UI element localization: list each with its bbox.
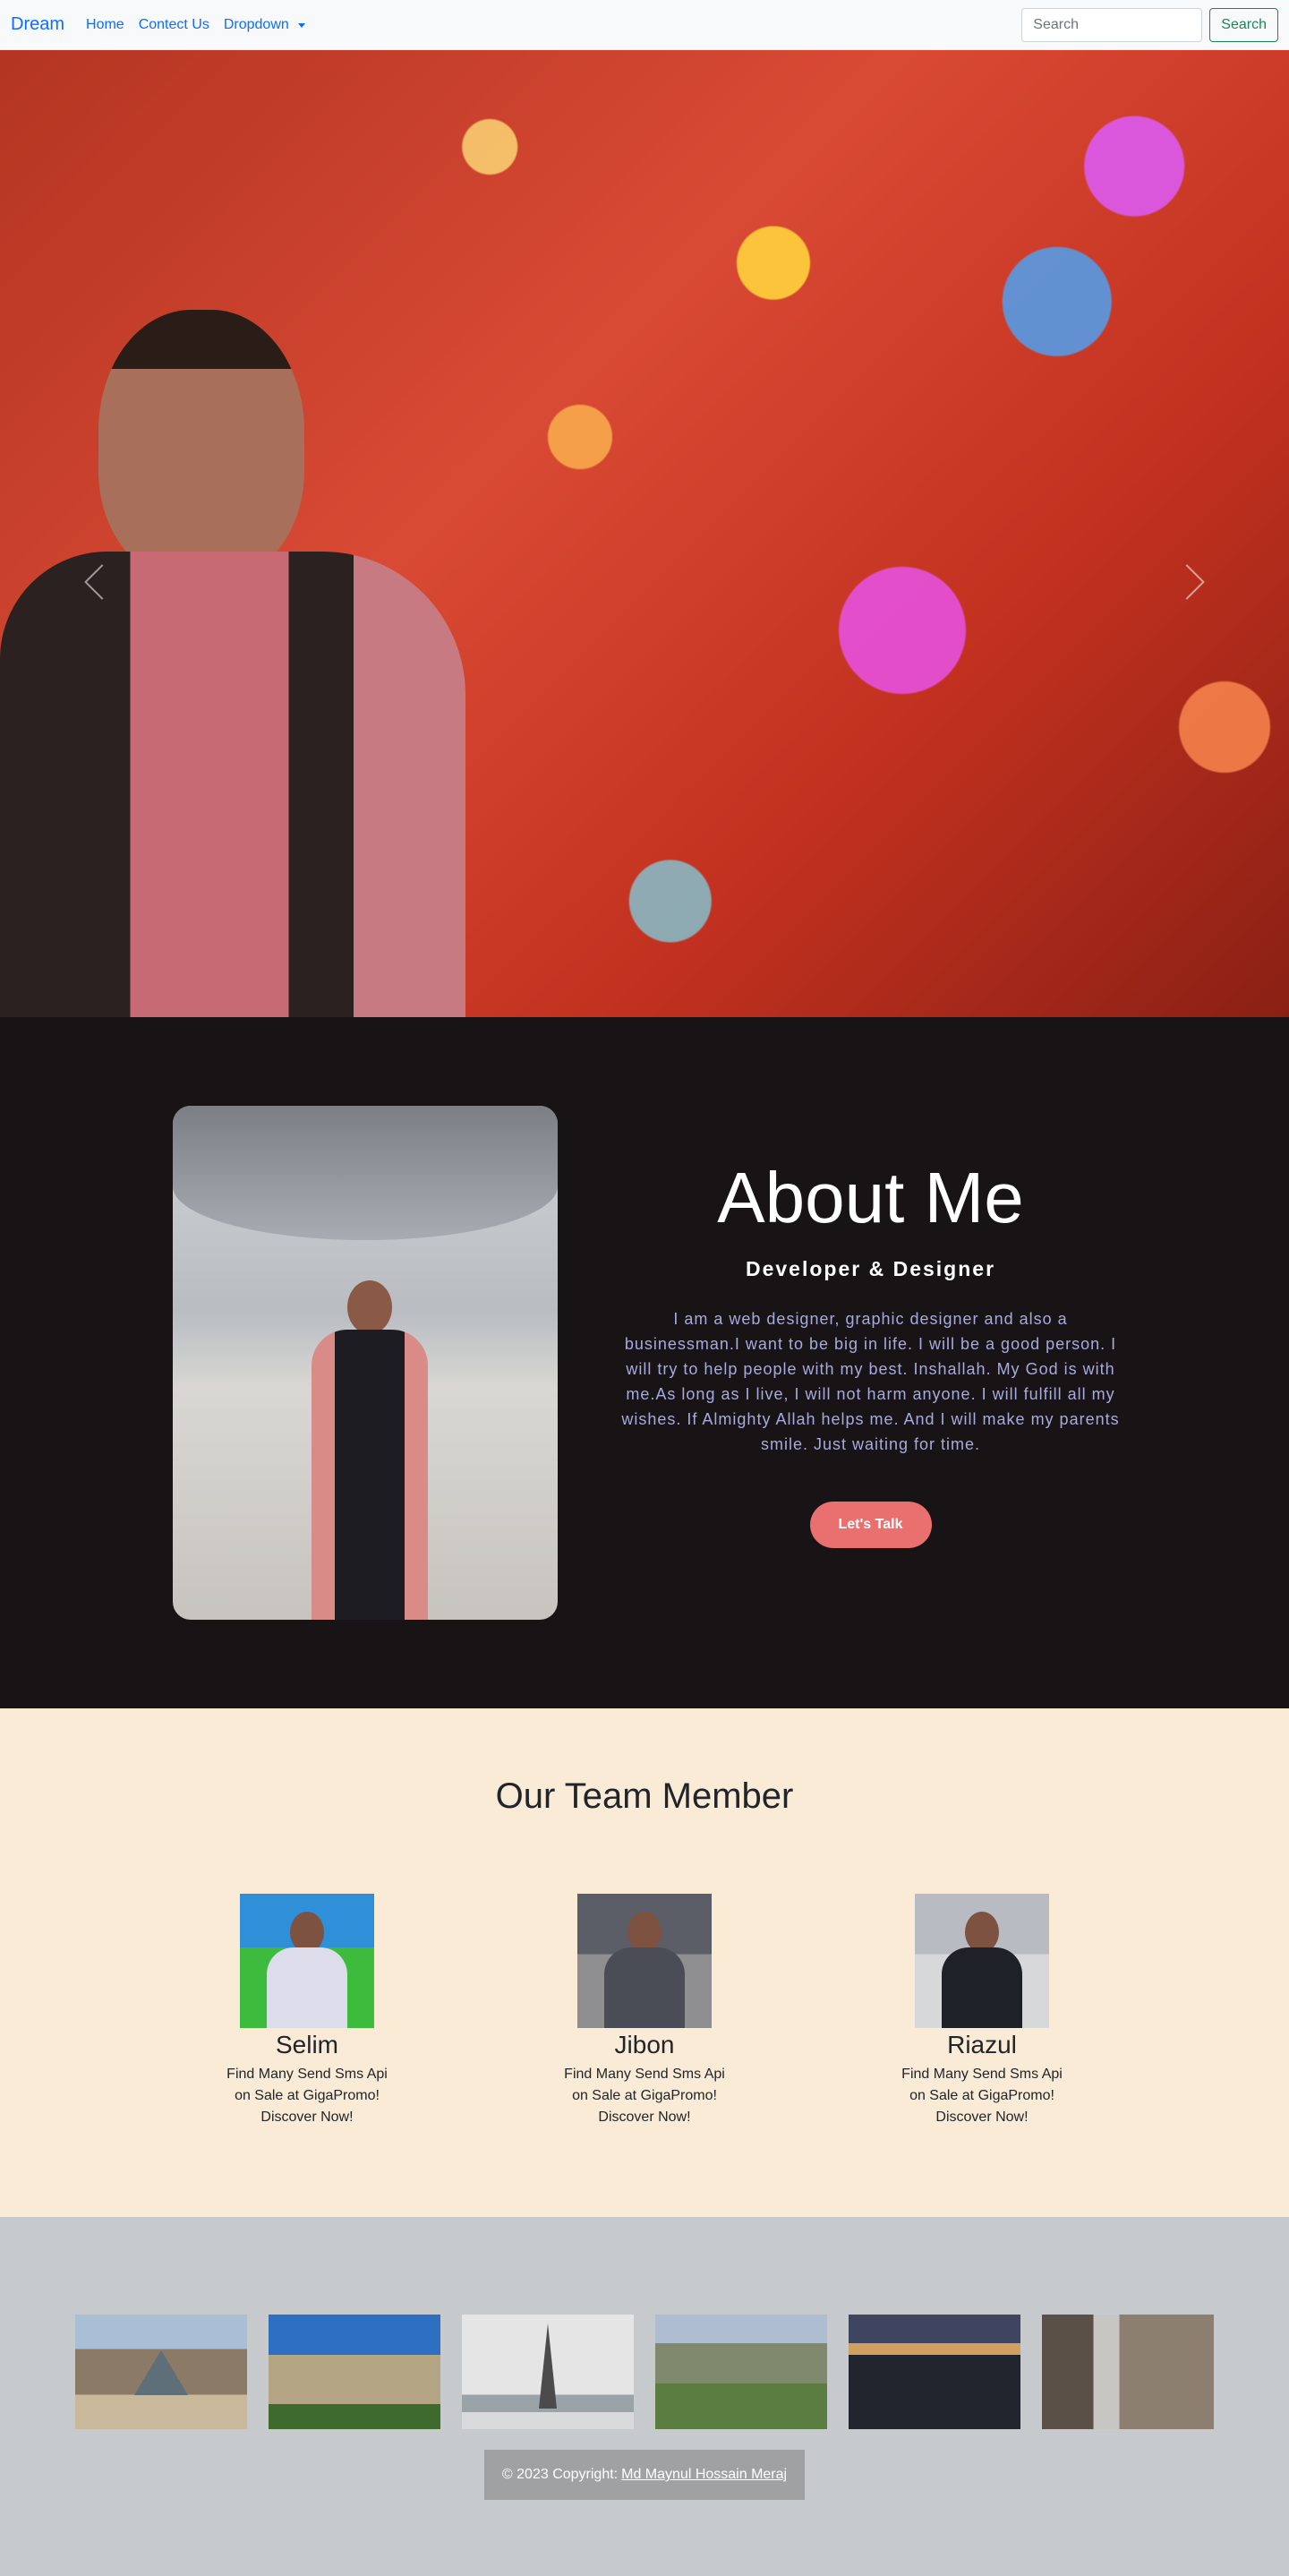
team-section: Our Team Member Selim Find Many Send Sms… — [0, 1708, 1289, 2217]
photo-gallery — [75, 2315, 1214, 2429]
search-button[interactable]: Search — [1209, 7, 1278, 42]
lets-talk-button[interactable]: Let's Talk — [809, 1502, 932, 1548]
copyright-author-link[interactable]: Md Maynul Hossain Meraj — [621, 2467, 787, 2483]
gallery-image[interactable] — [1042, 2315, 1214, 2429]
nav-dropdown-label: Dropdown — [223, 16, 289, 32]
nav-link-contact[interactable]: Contect Us — [139, 17, 209, 33]
hero-portrait — [0, 256, 465, 1017]
about-description: I am a web designer, graphic designer an… — [621, 1310, 1120, 1453]
footer: © 2023 Copyright: Md Maynul Hossain Mera… — [0, 2217, 1289, 2576]
team-title: Our Team Member — [495, 1776, 794, 1816]
caret-down-icon — [297, 23, 305, 28]
member-name: Riazul — [947, 2031, 1017, 2058]
member-description: Find Many Send Sms Api on Sale at GigaPr… — [564, 2067, 725, 2125]
team-member-card: Riazul Find Many Send Sms Api on Sale at… — [884, 1894, 1080, 2128]
team-member-card: Jibon Find Many Send Sms Api on Sale at … — [546, 1894, 743, 2128]
nav-dropdown-toggle[interactable]: Dropdown — [224, 17, 305, 33]
member-photo-riazul — [915, 1894, 1049, 2028]
gallery-image[interactable] — [849, 2315, 1020, 2429]
copyright-bar: © 2023 Copyright: Md Maynul Hossain Mera… — [484, 2450, 805, 2500]
about-text: About Me Developer & Designer I am a web… — [618, 1160, 1123, 1548]
member-name: Selim — [275, 2031, 338, 2058]
member-name: Jibon — [614, 2031, 675, 2058]
about-photo — [173, 1106, 558, 1620]
member-photo-jibon — [577, 1894, 712, 2028]
search-input[interactable] — [1021, 7, 1203, 42]
chevron-right-icon[interactable] — [1169, 564, 1205, 600]
brand-link[interactable]: Dream — [11, 14, 64, 35]
about-section: About Me Developer & Designer I am a web… — [0, 1017, 1289, 1708]
gallery-image[interactable] — [269, 2315, 440, 2429]
navbar: Dream Home Contect Us Dropdown Search — [0, 0, 1289, 50]
gallery-image[interactable] — [655, 2315, 827, 2429]
gallery-image[interactable] — [462, 2315, 634, 2429]
copyright-text: © 2023 Copyright: — [501, 2467, 619, 2482]
team-member-card: Selim Find Many Send Sms Api on Sale at … — [209, 1894, 405, 2128]
nav-links: Home Contect Us Dropdown — [86, 17, 1021, 33]
search-form: Search — [1021, 7, 1278, 42]
gallery-image[interactable] — [75, 2315, 247, 2429]
nav-link-home[interactable]: Home — [86, 17, 124, 33]
member-photo-selim — [240, 1894, 374, 2028]
member-description: Find Many Send Sms Api on Sale at GigaPr… — [226, 2067, 388, 2125]
member-description: Find Many Send Sms Api on Sale at GigaPr… — [901, 2067, 1063, 2125]
hero-carousel — [0, 50, 1289, 1017]
about-title: About Me — [717, 1158, 1024, 1237]
about-subtitle: Developer & Designer — [745, 1257, 996, 1280]
